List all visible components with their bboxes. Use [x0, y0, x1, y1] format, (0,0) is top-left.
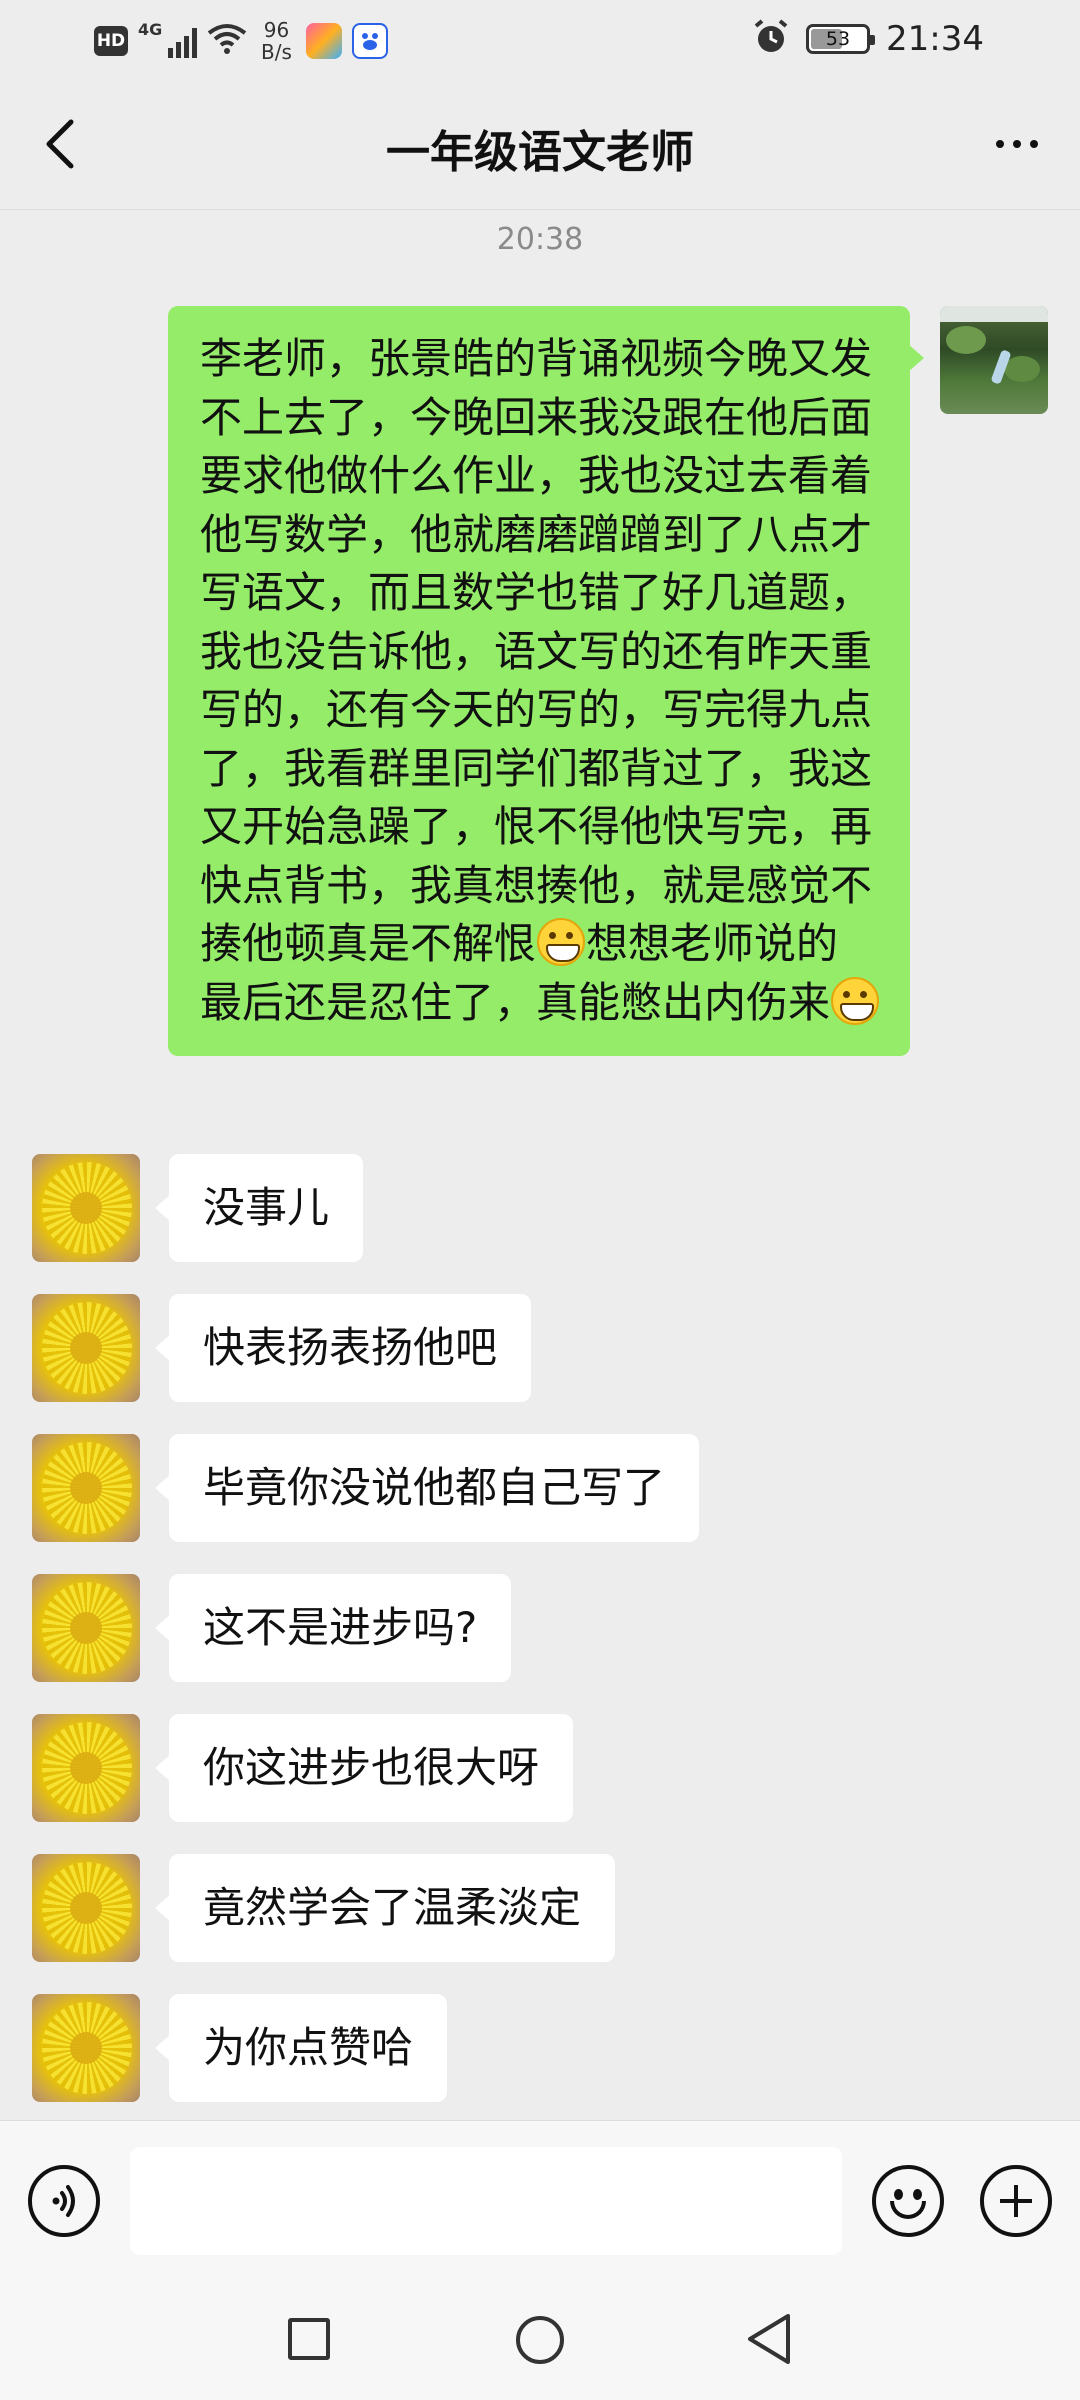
network-speed-value: 96 — [263, 18, 290, 42]
status-bar: HD 4G 96 B/s 53 21:34 — [0, 0, 1080, 80]
received-message-bubble[interactable]: 为你点赞哈 — [154, 1994, 448, 2102]
hd-badge: HD — [94, 26, 128, 56]
network-type: 4G — [138, 20, 163, 39]
chat-input-bar — [0, 2120, 1080, 2280]
emoji-icon — [894, 2189, 903, 2200]
emoji-button[interactable] — [872, 2165, 944, 2237]
sent-message-bubble[interactable]: 李老师，张景皓的背诵视频今晚又发不上去了，今晚回来我没跟在他后面要求他做什么作业… — [168, 306, 924, 1056]
chat-title: 一年级语文老师 — [386, 127, 694, 178]
square-icon[interactable] — [288, 2318, 330, 2360]
teacher-avatar[interactable] — [32, 1574, 140, 1682]
triangle-back-icon[interactable] — [744, 2312, 794, 2366]
signal-icon: 4G — [138, 20, 197, 58]
message-timestamp: 20:38 — [496, 222, 584, 257]
emoji-mouth — [890, 2201, 926, 2219]
teacher-avatar[interactable] — [32, 1154, 140, 1262]
grinning-emoji-icon — [831, 976, 880, 1025]
status-left: HD 4G 96 B/s — [94, 18, 388, 64]
chevron-left-icon — [46, 119, 74, 169]
more-button[interactable] — [982, 112, 1052, 176]
received-message-bubble[interactable]: 竟然学会了温柔淡定 — [154, 1854, 616, 1962]
teacher-avatar[interactable] — [32, 1294, 140, 1402]
status-right: 53 21:34 — [752, 14, 984, 64]
received-message-bubble[interactable]: 快表扬表扬他吧 — [154, 1294, 532, 1402]
message-list[interactable]: 20:38 李老师，张景皓的背诵视频今晚又发不上去了，今晚回来我没跟在他后面要求… — [0, 210, 1080, 2120]
received-message-bubble[interactable]: 你这进步也很大呀 — [154, 1714, 574, 1822]
chat-screen: HD 4G 96 B/s 53 21:34 一年级语文老师 20:38 李老师，… — [0, 0, 1080, 2400]
back-button[interactable] — [28, 112, 92, 176]
received-message-bubble[interactable]: 没事儿 — [154, 1154, 364, 1262]
battery-icon: 53 — [806, 24, 876, 54]
received-message-bubble[interactable]: 这不是进步吗? — [154, 1574, 512, 1682]
network-speed-unit: B/s — [261, 40, 292, 64]
voice-button[interactable] — [28, 2165, 100, 2237]
teacher-avatar[interactable] — [32, 1434, 140, 1542]
sent-message-text-1: 李老师，张景皓的背诵视频今晚又发不上去了，今晚回来我没跟在他后面要求他做什么作业… — [200, 334, 873, 968]
received-message-bubble[interactable]: 毕竟你没说他都自己写了 — [154, 1434, 700, 1542]
chat-header: 一年级语文老师 — [0, 80, 1080, 210]
status-time: 21:34 — [886, 19, 984, 59]
more-dot — [1013, 140, 1021, 148]
wifi-icon — [207, 23, 247, 59]
voice-icon — [52, 2185, 75, 2217]
battery-level: 53 — [825, 28, 851, 50]
baidu-notification-icon — [351, 23, 388, 59]
more-dots-icon — [996, 140, 1004, 148]
teacher-avatar[interactable] — [32, 1854, 140, 1962]
network-speed: 96 B/s — [261, 19, 292, 63]
my-avatar[interactable] — [940, 306, 1048, 414]
message-input[interactable] — [130, 2147, 842, 2255]
more-dot — [1030, 140, 1038, 148]
emoji-eye — [913, 2189, 922, 2200]
grinning-emoji-icon — [537, 918, 586, 966]
plus-button[interactable] — [980, 2165, 1052, 2237]
system-navigation-bar — [0, 2280, 1080, 2400]
teacher-avatar[interactable] — [32, 1714, 140, 1822]
app-notification-icon — [305, 23, 342, 59]
alarm-icon — [752, 18, 790, 60]
teacher-avatar[interactable] — [32, 1994, 140, 2102]
circle-icon[interactable] — [516, 2316, 564, 2364]
